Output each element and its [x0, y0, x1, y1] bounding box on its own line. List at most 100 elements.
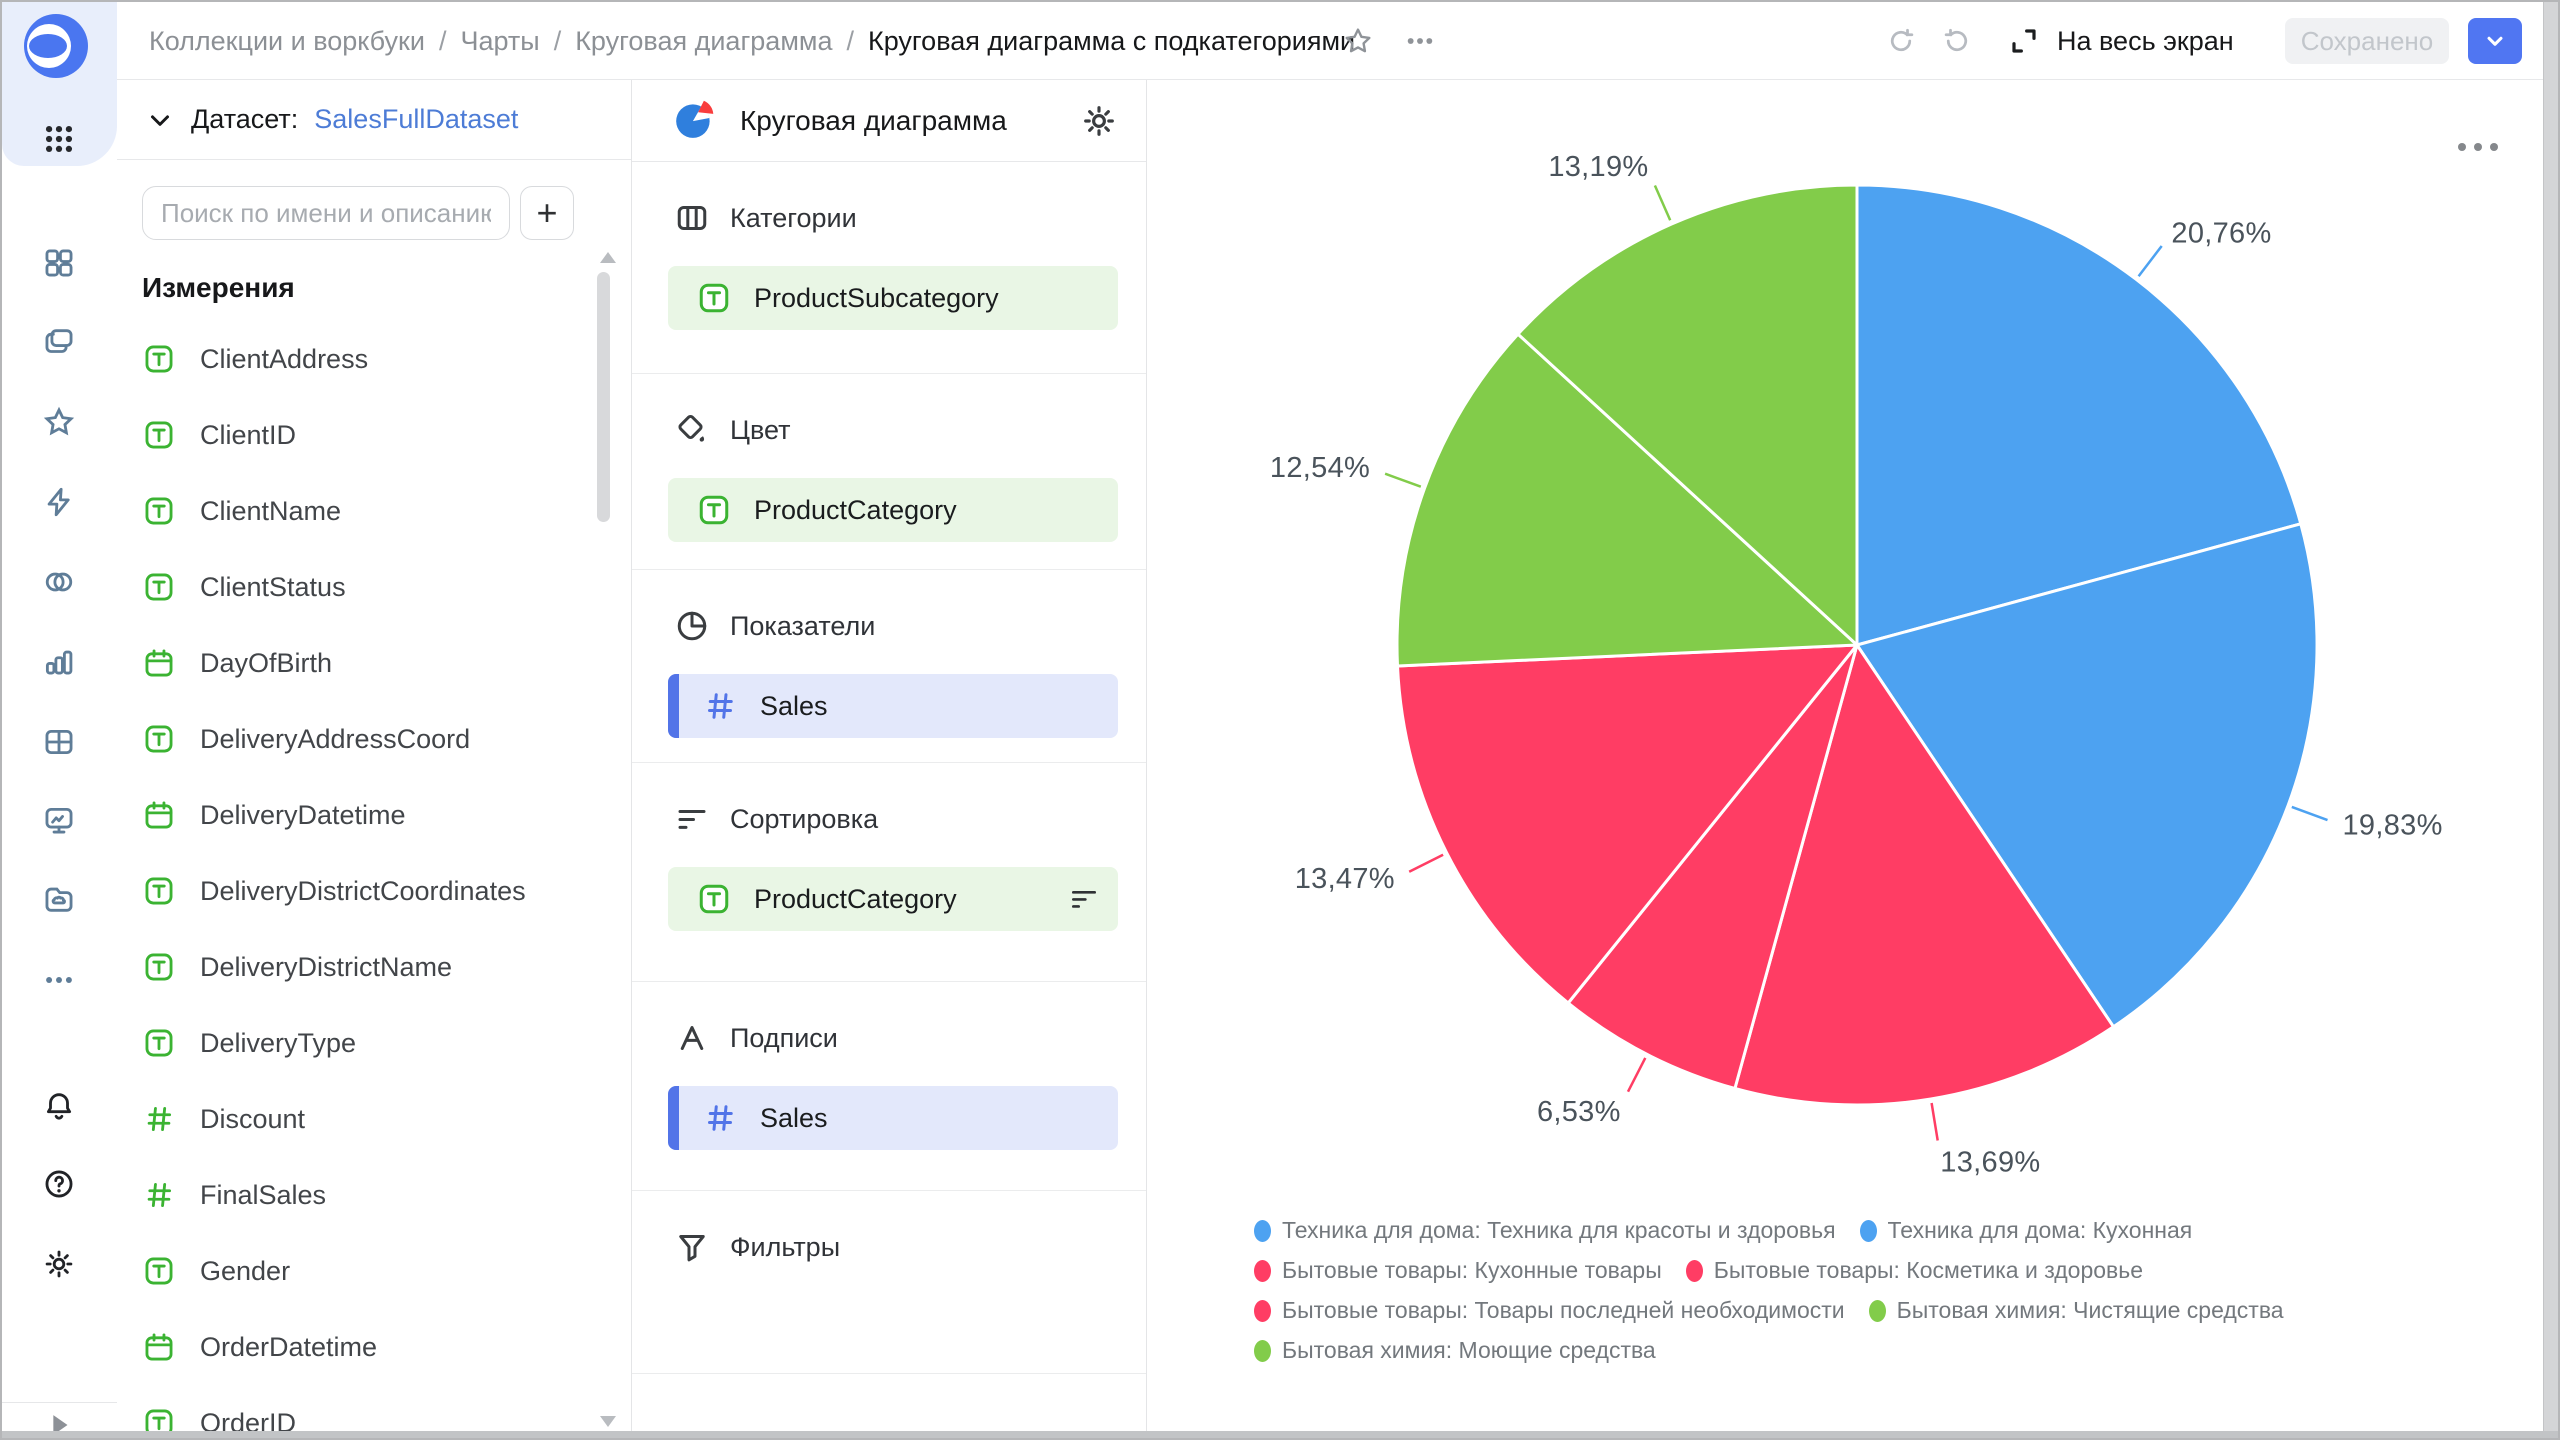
- breadcrumb: Коллекции и воркбуки/Чарты/Круговая диаг…: [149, 2, 1355, 80]
- field-item-ClientName[interactable]: ClientName: [142, 486, 582, 536]
- date-field-icon: [142, 798, 176, 832]
- label-leader-line: [1655, 186, 1670, 221]
- scroll-down-icon[interactable]: [600, 1416, 616, 1427]
- legend-item[interactable]: Бытовые товары: Косметика и здоровье: [1686, 1257, 2143, 1284]
- legend-item[interactable]: Техника для дома: Техника для красоты и …: [1254, 1217, 1836, 1244]
- section-label: Фильтры: [730, 1232, 840, 1263]
- field-item-OrderDatetime[interactable]: OrderDatetime: [142, 1322, 582, 1372]
- field-item-DeliveryDistrictName[interactable]: DeliveryDistrictName: [142, 942, 582, 992]
- breadcrumb-item: Круговая диаграмма с подкатегориями: [868, 26, 1355, 57]
- breadcrumb-separator: /: [439, 26, 447, 57]
- fullscreen-icon[interactable]: [2005, 22, 2043, 60]
- section-header: Категории: [668, 196, 1118, 240]
- field-item-ClientAddress[interactable]: ClientAddress: [142, 334, 582, 384]
- config-section-2: Цвет ProductCategory: [632, 374, 1146, 570]
- field-name: ClientID: [200, 420, 296, 451]
- field-item-DeliveryAddressCoord[interactable]: DeliveryAddressCoord: [142, 714, 582, 764]
- field-name: FinalSales: [200, 1180, 326, 1211]
- field-item-Discount[interactable]: Discount: [142, 1094, 582, 1144]
- favorites-star-icon[interactable]: [41, 404, 77, 440]
- storage-folder-icon[interactable]: [41, 881, 77, 917]
- dataset-header: Датасет: SalesFullDataset: [117, 80, 631, 160]
- more-menu-icon[interactable]: [1401, 22, 1439, 60]
- field-list: ClientAddress ClientID ClientName ClientSta…: [142, 334, 582, 1440]
- breadcrumb-item[interactable]: Коллекции и воркбуки: [149, 26, 425, 57]
- field-item-DeliveryDistrictCoordinates[interactable]: DeliveryDistrictCoordinates: [142, 866, 582, 916]
- datalens-logo-icon[interactable]: [19, 8, 93, 87]
- legend-item[interactable]: Техника для дома: Кухонная: [1860, 1217, 2193, 1244]
- legend-item[interactable]: Бытовая химия: Чистящие средства: [1869, 1297, 2284, 1324]
- connections-bolt-icon[interactable]: [41, 484, 77, 520]
- gear-icon[interactable]: [1080, 102, 1118, 140]
- chart-legend: Техника для дома: Техника для красоты и …: [1254, 1217, 2444, 1377]
- datasets-venn-icon[interactable]: [41, 564, 77, 600]
- pill-ProductCategory[interactable]: ProductCategory: [668, 478, 1118, 542]
- pie-data-label: 13,19%: [1548, 151, 1648, 183]
- section-label: Подписи: [730, 1023, 838, 1054]
- section-label: Сортировка: [730, 804, 878, 835]
- string-field-icon: [142, 570, 176, 604]
- config-section-6: Фильтры: [632, 1191, 1146, 1374]
- label-leader-line: [1932, 1103, 1938, 1141]
- scrollbar-thumb[interactable]: [597, 272, 610, 522]
- legend-item[interactable]: Бытовые товары: Кухонные товары: [1254, 1257, 1662, 1284]
- undo-icon[interactable]: [1882, 22, 1920, 60]
- field-item-FinalSales[interactable]: FinalSales: [142, 1170, 582, 1220]
- pill-ProductCategory[interactable]: ProductCategory: [668, 867, 1118, 931]
- field-item-ClientStatus[interactable]: ClientStatus: [142, 562, 582, 612]
- scroll-up-icon[interactable]: [600, 252, 616, 263]
- search-input[interactable]: [142, 186, 510, 240]
- legend-item[interactable]: Бытовая химия: Моющие средства: [1254, 1337, 1656, 1364]
- help-icon[interactable]: [41, 1166, 77, 1202]
- breadcrumb-item[interactable]: Круговая диаграмма: [575, 26, 832, 57]
- string-field-icon: [696, 492, 732, 528]
- window-scrollbar[interactable]: [2543, 2, 2558, 1432]
- settings-gear-icon[interactable]: [41, 1246, 77, 1282]
- saved-button[interactable]: Сохранено: [2285, 18, 2449, 64]
- section-label: Показатели: [730, 611, 875, 642]
- apps-grid-icon[interactable]: [41, 245, 77, 281]
- field-item-DeliveryDatetime[interactable]: DeliveryDatetime: [142, 790, 582, 840]
- sort-lines-icon[interactable]: [1068, 883, 1100, 915]
- field-item-ClientID[interactable]: ClientID: [142, 410, 582, 460]
- collections-icon[interactable]: [41, 324, 77, 360]
- field-name: DeliveryType: [200, 1028, 356, 1059]
- string-field-icon: [142, 494, 176, 528]
- chart-area: 20,76%19,83%13,69%6,53%13,47%12,54%13,19…: [1148, 81, 2547, 1434]
- services-grid-icon[interactable]: [42, 122, 76, 161]
- section-header: Показатели: [668, 604, 1118, 648]
- dashboards-monitor-icon[interactable]: [41, 802, 77, 838]
- tables-icon[interactable]: [41, 724, 77, 760]
- field-item-DayOfBirth[interactable]: DayOfBirth: [142, 638, 582, 688]
- config-section-5: Подписи Sales: [632, 982, 1146, 1191]
- pill-Sales[interactable]: Sales: [668, 1086, 1118, 1150]
- chart-type-title[interactable]: Круговая диаграмма: [740, 105, 1058, 137]
- legend-label: Техника для дома: Кухонная: [1888, 1217, 2193, 1244]
- more-dots-icon[interactable]: [41, 962, 77, 998]
- breadcrumb-item[interactable]: Чарты: [460, 26, 539, 57]
- measure-field-icon: [702, 688, 738, 724]
- legend-item[interactable]: Бытовые товары: Товары последней необход…: [1254, 1297, 1845, 1324]
- field-name: DeliveryDistrictName: [200, 952, 452, 983]
- field-name: DeliveryDistrictCoordinates: [200, 876, 526, 907]
- dataset-name-link[interactable]: SalesFullDataset: [314, 104, 518, 135]
- charts-bar-icon[interactable]: [41, 644, 77, 680]
- star-icon[interactable]: [1339, 22, 1377, 60]
- field-item-DeliveryType[interactable]: DeliveryType: [142, 1018, 582, 1068]
- chart-config-panel: Круговая диаграмма Категории ProductSubca…: [632, 80, 1147, 1438]
- pie-chart-logo-icon[interactable]: [672, 95, 718, 146]
- field-name: Discount: [200, 1104, 305, 1135]
- notifications-bell-icon[interactable]: [41, 1088, 77, 1124]
- add-field-button[interactable]: +: [520, 186, 574, 240]
- fullscreen-label[interactable]: На весь экран: [2057, 2, 2234, 80]
- save-dropdown-button[interactable]: [2468, 18, 2522, 64]
- field-name: DeliveryAddressCoord: [200, 724, 470, 755]
- field-item-Gender[interactable]: Gender: [142, 1246, 582, 1296]
- pill-Sales[interactable]: Sales: [668, 674, 1118, 738]
- redo-icon[interactable]: [1938, 22, 1976, 60]
- chevron-down-icon[interactable]: [145, 105, 175, 135]
- top-bar: Коллекции и воркбуки/Чарты/Круговая диаг…: [117, 2, 2560, 80]
- pill-label: ProductSubcategory: [754, 283, 1100, 314]
- pill-ProductSubcategory[interactable]: ProductSubcategory: [668, 266, 1118, 330]
- section-header: Цвет: [668, 408, 1118, 452]
